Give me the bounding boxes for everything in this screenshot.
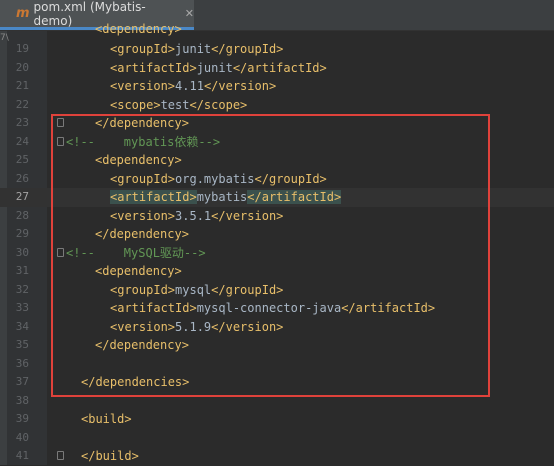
code-text: <dependency> [95, 153, 182, 167]
code-line[interactable]: 30 <!-- MySQL驱动--> [0, 244, 554, 263]
code-line[interactable]: 36 [0, 355, 554, 374]
line-number: 30 [15, 245, 29, 259]
line-number: 37 [15, 375, 29, 388]
code-text: </dependency> [95, 116, 189, 130]
code-line[interactable]: 29 </dependency> [0, 225, 554, 244]
code-text: <dependency> [95, 264, 182, 278]
code-line[interactable]: 22 <scope>test</scope> [0, 96, 554, 115]
code-line[interactable]: 21 <version>4.11</version> [0, 77, 554, 96]
code-line-partial: <dependency> [0, 20, 554, 39]
code-line[interactable]: 19 <groupId>junit</groupId> [0, 40, 554, 59]
fold-marker-icon[interactable] [57, 118, 64, 127]
code-text: </dependencies> [81, 375, 190, 389]
code-line[interactable]: 41 </build> [0, 447, 554, 466]
code-text: <scope>test</scope> [110, 97, 248, 112]
line-number: 21 [15, 79, 29, 92]
code-line[interactable]: 40 [0, 429, 554, 448]
code-line[interactable]: 23 </dependency> [0, 114, 554, 133]
line-number: 33 [15, 301, 29, 314]
code-text: <groupId>org.mybatis</groupId> [110, 171, 327, 186]
code-text: <!-- MySQL驱动--> [66, 245, 206, 260]
line-number: 31 [15, 264, 29, 277]
code-text: <dependency> [95, 21, 182, 36]
line-number: 28 [15, 208, 29, 222]
code-line[interactable]: 26 <groupId>org.mybatis</groupId> [0, 170, 554, 189]
code-line[interactable]: 35 </dependency> [0, 336, 554, 355]
code-text: <groupId>junit</groupId> [110, 42, 284, 56]
code-line[interactable]: 25 <dependency> [0, 151, 554, 170]
code-text: <version>5.1.9</version> [110, 319, 284, 334]
line-number: 23 [15, 116, 29, 129]
code-text: <artifactId>junit</artifactId> [110, 60, 327, 75]
line-number: 24 [15, 134, 29, 148]
code-text: </build> [81, 449, 139, 463]
line-number: 36 [15, 356, 29, 370]
code-line[interactable]: 39 <build> [0, 410, 554, 429]
code-text: <artifactId>mysql-connector-java</artifa… [110, 301, 436, 315]
line-number: 19 [15, 42, 29, 55]
code-line[interactable]: 33 <artifactId>mysql-connector-java</arti… [0, 299, 554, 318]
code-line[interactable]: 28 <version>3.5.1</version> [0, 207, 554, 226]
line-number: 35 [15, 338, 29, 351]
line-number: 20 [15, 60, 29, 74]
line-number: 27 [15, 190, 29, 203]
fold-marker-icon[interactable] [57, 136, 64, 146]
code-text: <!-- mybatis依赖--> [66, 134, 221, 149]
line-number: 25 [15, 153, 29, 166]
code-text: <build> [81, 412, 132, 426]
line-number: 34 [15, 319, 29, 333]
code-line[interactable]: 31 <dependency> [0, 262, 554, 281]
line-number: 22 [15, 97, 29, 111]
code-text: <version>3.5.1</version> [110, 208, 284, 223]
code-line[interactable]: 27 <artifactId>mybatis</artifactId> [0, 188, 554, 207]
code-line[interactable]: 37 </dependencies> [0, 373, 554, 392]
line-number: 26 [15, 171, 29, 185]
line-number: 29 [15, 227, 29, 240]
close-icon[interactable]: ✕ [185, 7, 194, 20]
line-number: 38 [15, 393, 29, 407]
code-line[interactable]: 38 [0, 392, 554, 411]
line-number: 32 [15, 282, 29, 296]
code-text: </dependency> [95, 227, 189, 241]
fold-marker-icon[interactable] [57, 247, 64, 257]
code-line[interactable]: 34 <version>5.1.9</version> [0, 318, 554, 337]
line-number: 40 [15, 430, 29, 444]
code-line[interactable]: 24 <!-- mybatis依赖--> [0, 133, 554, 152]
line-number: 41 [15, 449, 29, 462]
code-line[interactable]: 32 <groupId>mysql</groupId> [0, 281, 554, 300]
code-line[interactable]: 20 <artifactId>junit</artifactId> [0, 59, 554, 78]
code-text: <groupId>mysql</groupId> [110, 282, 284, 297]
code-text: </dependency> [95, 338, 189, 352]
code-text: <version>4.11</version> [110, 79, 277, 93]
line-number: 39 [15, 412, 29, 425]
code-text: <artifactId>mybatis</artifactId> [110, 190, 342, 204]
fold-marker-icon[interactable] [57, 451, 64, 460]
